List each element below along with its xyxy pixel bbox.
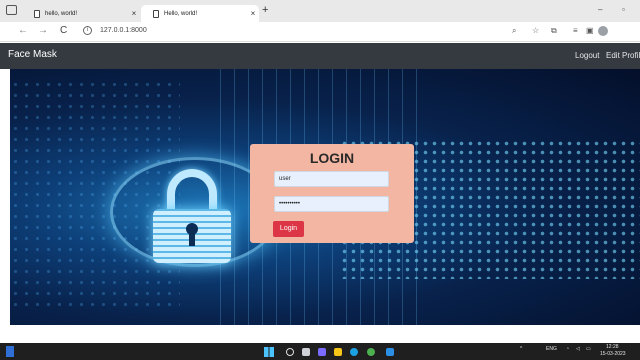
- language-indicator[interactable]: ENG: [546, 346, 557, 352]
- task-view-icon[interactable]: [302, 348, 310, 356]
- app-navbar: Face Mask Logout Edit Profile: [0, 43, 640, 69]
- login-card: LOGIN user •••••••••• Login: [250, 144, 414, 243]
- login-title: LOGIN: [309, 150, 355, 166]
- forward-button[interactable]: →: [38, 25, 48, 36]
- file-explorer-icon[interactable]: [334, 348, 342, 356]
- window-menu-icon[interactable]: [6, 5, 17, 15]
- restore-button[interactable]: ▫: [622, 5, 625, 14]
- clock-time[interactable]: 12:28: [606, 344, 619, 350]
- keyhole-stem: [189, 232, 195, 246]
- logout-link[interactable]: Logout: [575, 51, 599, 60]
- tab-close-icon[interactable]: ×: [128, 9, 140, 18]
- back-button[interactable]: ←: [18, 25, 28, 36]
- battery-icon[interactable]: ▭: [586, 346, 591, 352]
- favorites-bar-icon[interactable]: ≡: [573, 26, 578, 35]
- tab-title: Hello, world!: [164, 10, 198, 17]
- chat-icon[interactable]: [318, 348, 326, 356]
- favorites-icon[interactable]: ☆: [532, 26, 539, 35]
- url-field[interactable]: 127.0.0.1:8000: [100, 27, 147, 34]
- reload-button[interactable]: C: [60, 25, 67, 36]
- brand-title[interactable]: Face Mask: [8, 49, 57, 60]
- edge-icon[interactable]: [350, 348, 358, 356]
- collections-icon[interactable]: ⧉: [551, 26, 557, 36]
- page-icon: [34, 9, 40, 18]
- browser-tab-1[interactable]: hello, world! ×: [22, 5, 140, 22]
- site-info-icon[interactable]: i: [83, 26, 92, 35]
- search-icon[interactable]: [286, 348, 294, 356]
- widgets-icon[interactable]: [6, 346, 14, 357]
- tab-close-icon[interactable]: ×: [247, 9, 259, 18]
- browser-tab-2[interactable]: Hello, world! ×: [141, 5, 259, 22]
- tray-chevron-icon[interactable]: ^: [520, 346, 522, 352]
- page-icon: [153, 9, 159, 18]
- edit-profile-link[interactable]: Edit Profile: [606, 51, 640, 60]
- read-aloud-icon[interactable]: ⌕: [512, 26, 516, 36]
- wifi-icon[interactable]: ◔: [566, 346, 569, 352]
- browser-tab-strip: hello, world! × Hello, world! × + – ▫: [0, 0, 640, 22]
- login-button[interactable]: Login: [273, 221, 304, 237]
- username-field[interactable]: user: [274, 171, 389, 187]
- address-bar-row: ← → C i 127.0.0.1:8000 ⌕ ☆ ⧉ ≡ ▣: [0, 22, 640, 42]
- start-menu-icon[interactable]: [264, 347, 274, 357]
- volume-icon[interactable]: ◁: [576, 346, 580, 352]
- split-screen-icon[interactable]: ▣: [586, 26, 594, 35]
- password-field[interactable]: ••••••••••: [274, 196, 389, 212]
- vscode-icon[interactable]: [386, 348, 394, 356]
- new-tab-button[interactable]: +: [262, 4, 268, 16]
- minimize-button[interactable]: –: [598, 5, 602, 14]
- chrome-icon[interactable]: [367, 348, 375, 356]
- profile-avatar-icon[interactable]: [598, 26, 608, 36]
- clock-date[interactable]: 15-03-2023: [600, 351, 626, 357]
- os-taskbar: ^ ENG ◔ ◁ ▭ 12:28 15-03-2023: [0, 343, 640, 360]
- tab-title: hello, world!: [45, 10, 78, 17]
